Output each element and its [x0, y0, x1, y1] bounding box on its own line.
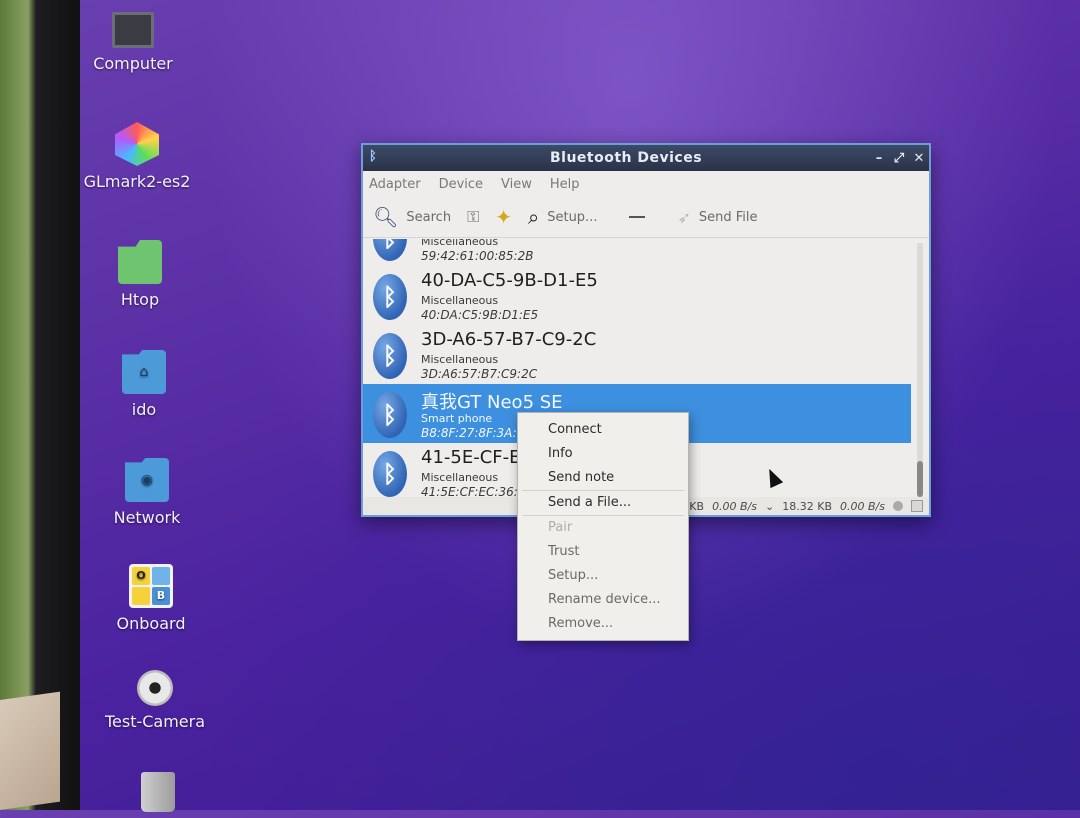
key-icon: ⚿: [467, 207, 480, 226]
received-total: KB: [689, 499, 705, 513]
close-button[interactable]: ✕: [909, 151, 929, 166]
desktop-icon-label: Network: [113, 508, 181, 527]
desktop-icon-test-camera[interactable]: Test-Camera: [90, 670, 220, 731]
home-folder-icon: ⌂: [122, 350, 166, 394]
upload-arrow-icon: ⌄: [765, 499, 775, 513]
device-row[interactable]: ᛒ 40-DA-C5-9B-D1-E5 Miscellaneous 40:DA:…: [363, 266, 911, 325]
menu-item-rename[interactable]: Rename device...: [518, 588, 688, 612]
desktop-icon-label: ido: [131, 400, 157, 419]
device-context-menu: Connect Info Send note Send a File... Pa…: [517, 412, 689, 641]
camera-icon: [137, 670, 173, 706]
desktop-icon-trash[interactable]: [93, 772, 223, 818]
sent-total: 18.32 KB: [782, 499, 833, 513]
device-row[interactable]: ᛒ 3D-A6-57-B7-C9-2C Miscellaneous 3D:A6:…: [363, 325, 911, 384]
minimize-button[interactable]: –: [869, 151, 889, 166]
htop-icon: [118, 240, 162, 284]
title-bar[interactable]: ᛒ Bluetooth Devices – ⤢ ✕: [363, 145, 929, 171]
menu-device[interactable]: Device: [439, 177, 483, 192]
onboard-icon: O B: [129, 564, 173, 608]
computer-icon: [112, 12, 154, 48]
menu-item-pair: Pair: [548, 520, 573, 535]
menu-item-trust[interactable]: Trust: [518, 540, 688, 564]
scrollbar-thumb[interactable]: [917, 461, 923, 497]
status-square-icon: [911, 500, 923, 512]
minus-icon: [629, 216, 646, 218]
menu-help[interactable]: Help: [550, 177, 580, 192]
monitor-bezel: [0, 0, 80, 810]
search-button[interactable]: 🔍︎ Search: [373, 205, 451, 229]
desktop-icon-ido[interactable]: ⌂ ido: [79, 350, 209, 419]
bluetooth-icon: ᛒ: [373, 274, 407, 320]
bluetooth-icon: ᛒ: [369, 149, 377, 164]
desktop-icon-network[interactable]: ◉ Network: [82, 458, 212, 527]
desktop-icon-label: GLmark2-es2: [83, 172, 191, 191]
pair-button[interactable]: ⚿: [467, 207, 479, 227]
trust-button[interactable]: ✦: [495, 205, 512, 229]
bluetooth-icon: ᛒ: [373, 451, 407, 497]
menu-adapter[interactable]: Adapter: [369, 177, 421, 192]
desktop-icon-glmark[interactable]: GLmark2-es2: [72, 122, 202, 191]
menu-item-connect[interactable]: Connect: [518, 418, 688, 442]
send-file-icon: ➶: [677, 207, 691, 227]
bluetooth-icon: ᛒ: [373, 333, 407, 379]
menu-item-setup[interactable]: Setup...: [518, 564, 688, 588]
status-indicator-icon: [893, 501, 903, 511]
device-row[interactable]: ᛒ Miscellaneous 59:42:61:00:85:2B: [363, 239, 911, 266]
desk-corner: [0, 691, 60, 810]
desktop-icon-computer[interactable]: Computer: [68, 12, 198, 73]
desktop-icon-label: Onboard: [116, 614, 186, 633]
menu-item-send-file[interactable]: Send a File...: [518, 491, 688, 515]
remove-button[interactable]: [613, 216, 661, 218]
toolbar: 🔍︎ Search ⚿ ✦ ⌕ Setup... ➶ Send File: [363, 197, 929, 238]
desktop-icon-label: Computer: [93, 54, 173, 73]
download-rate: 0.00 B/s: [712, 499, 758, 513]
network-folder-icon: ◉: [125, 458, 169, 502]
trash-icon: [141, 772, 175, 812]
glmark-icon: [115, 122, 159, 166]
desktop-icon-htop[interactable]: Htop: [75, 240, 205, 309]
menu-view[interactable]: View: [501, 177, 532, 192]
send-file-button[interactable]: ➶ Send File: [677, 208, 757, 227]
desktop-icon-onboard[interactable]: O B Onboard: [86, 564, 216, 633]
star-icon: ✦: [495, 205, 513, 229]
desktop-icon-label: Htop: [120, 290, 160, 309]
setup-button[interactable]: ⌕ Setup...: [528, 205, 597, 229]
menu-item-send-note[interactable]: Send note: [518, 466, 688, 490]
setup-icon: ⌕: [528, 205, 540, 229]
scrollbar-track[interactable]: [917, 243, 923, 497]
maximize-button[interactable]: ⤢: [889, 151, 909, 166]
menu-item-remove[interactable]: Remove...: [518, 612, 688, 636]
menu-bar: Adapter Device View Help: [363, 171, 929, 197]
window-title: Bluetooth Devices: [549, 150, 703, 166]
search-icon: 🔍︎: [373, 205, 399, 229]
desktop-icon-label: Test-Camera: [104, 712, 206, 731]
bluetooth-icon: ᛒ: [373, 392, 407, 438]
menu-item-info[interactable]: Info: [518, 442, 688, 466]
bluetooth-icon: ᛒ: [373, 239, 407, 261]
upload-rate: 0.00 B/s: [840, 499, 885, 513]
